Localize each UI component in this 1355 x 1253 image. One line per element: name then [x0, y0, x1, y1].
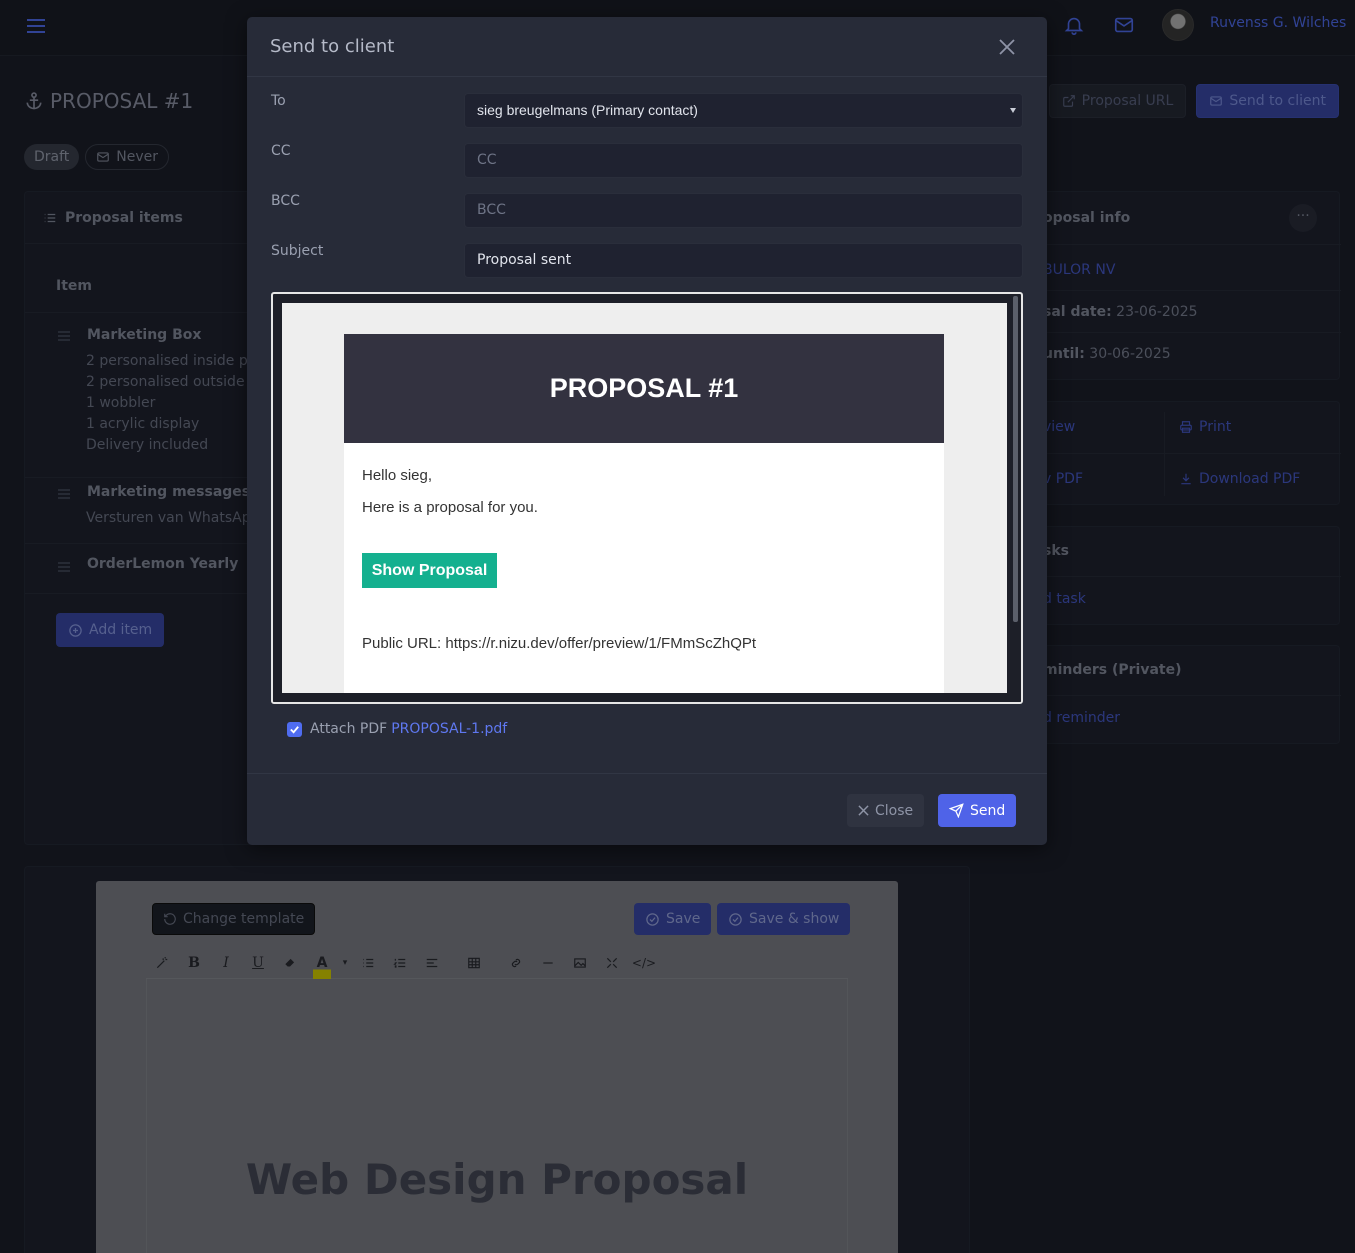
modal-title: Send to client	[270, 36, 395, 57]
x-icon	[858, 805, 869, 816]
show-proposal-button[interactable]: Show Proposal	[362, 553, 497, 588]
close-button[interactable]: Close	[847, 794, 925, 827]
attach-pdf-label: Attach PDF	[310, 721, 388, 737]
send-to-client-modal: Send to client To sieg breugelmans (Prim…	[247, 17, 1047, 845]
modal-footer: Close Send	[247, 773, 1047, 845]
email-public-url: Public URL: https://r.nizu.dev/offer/pre…	[362, 635, 757, 652]
to-label: To	[271, 93, 286, 109]
preview-scrollbar[interactable]	[1013, 296, 1018, 622]
email-header: PROPOSAL #1	[344, 334, 944, 443]
attach-pdf-checkbox[interactable]	[287, 721, 302, 737]
email-greeting: Hello sieg,	[362, 467, 433, 484]
cc-label: CC	[271, 143, 291, 159]
to-select[interactable]: sieg breugelmans (Primary contact)	[464, 93, 1023, 128]
bcc-row: BCC BCC	[271, 193, 1023, 229]
cc-row: CC CC	[271, 143, 1023, 179]
attach-pdf-link[interactable]: PROPOSAL-1.pdf	[391, 721, 507, 737]
email-body: Hello sieg, Here is a proposal for you. …	[344, 443, 944, 695]
attach-pdf-row: Attach PDF PROPOSAL-1.pdf	[287, 721, 507, 737]
to-row: To sieg breugelmans (Primary contact)	[271, 93, 1023, 129]
bcc-label: BCC	[271, 193, 300, 209]
close-label: Close	[875, 802, 914, 819]
to-value: sieg breugelmans (Primary contact)	[477, 102, 698, 118]
email-preview[interactable]: PROPOSAL #1 Hello sieg, Here is a propos…	[271, 292, 1023, 704]
send-button[interactable]: Send	[938, 794, 1017, 827]
subject-label: Subject	[271, 243, 324, 259]
modal-header: Send to client	[247, 17, 1047, 77]
close-icon[interactable]	[997, 37, 1017, 57]
email-preview-canvas: PROPOSAL #1 Hello sieg, Here is a propos…	[282, 303, 1007, 695]
caret-down-icon	[1010, 108, 1016, 113]
subject-row: Subject Proposal sent	[271, 243, 1023, 279]
email-intro: Here is a proposal for you.	[362, 499, 538, 516]
bcc-input[interactable]: BCC	[464, 193, 1023, 228]
paper-plane-icon	[949, 803, 964, 818]
check-icon	[290, 725, 299, 734]
cc-input[interactable]: CC	[464, 143, 1023, 178]
send-label: Send	[970, 802, 1006, 819]
subject-input[interactable]: Proposal sent	[464, 243, 1023, 278]
